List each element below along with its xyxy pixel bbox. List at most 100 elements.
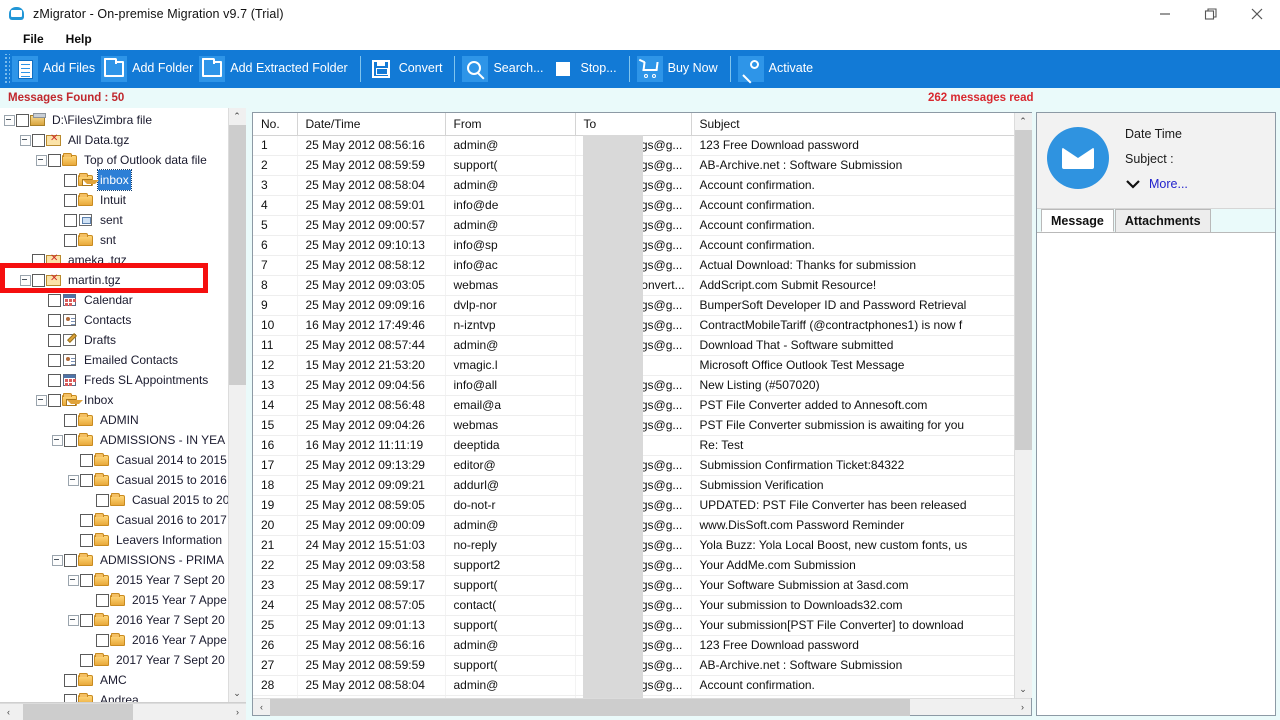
tree-node[interactable]: D:\Files\Zimbra file [0,110,228,130]
tree-node-checkbox[interactable] [32,133,45,147]
toolbar-grip[interactable] [3,54,10,84]
tree-horizontal-scrollbar[interactable]: ‹ › [0,703,246,720]
message-list-vscroll-thumb[interactable] [1014,130,1032,450]
table-row[interactable]: 28 25 May 2012 08:58:04 admin@ vmagic.blogs… [253,675,1014,696]
tree-node-checkbox[interactable] [80,533,93,547]
scroll-down-icon[interactable]: ⌄ [1014,681,1032,698]
table-row[interactable]: 17 25 May 2012 09:13:29 editor@ vmagic.blog… [253,455,1014,476]
tree-vscroll-thumb[interactable] [228,125,246,385]
tree-node[interactable]: sent [0,210,228,230]
tree-node-checkbox[interactable] [64,693,77,702]
tree-node-checkbox[interactable] [64,193,77,207]
tree-node-checkbox[interactable] [80,453,93,467]
tree-node[interactable]: martin.tgz [0,270,228,290]
table-row[interactable]: 8 25 May 2012 09:03:05 webmas PST File Conv… [253,275,1014,296]
tree-node-checkbox[interactable] [48,353,61,367]
table-row[interactable]: 16 16 May 2012 11:11:19 deeptida Jannie Re: … [253,435,1014,456]
tree-hscroll-track[interactable] [17,703,229,720]
toolbar-buy-now-button[interactable]: Buy Now [636,52,724,86]
table-row[interactable]: 14 25 May 2012 08:56:48 email@a vmagic.blog… [253,395,1014,416]
tree-vscroll-track[interactable] [228,125,246,685]
tree-node-checkbox[interactable] [64,673,77,687]
table-row[interactable]: 22 25 May 2012 09:03:58 support2 vmagic.blo… [253,555,1014,576]
tree-node[interactable]: ameka .tgz [0,250,228,270]
tree-node[interactable]: Contacts [0,310,228,330]
message-list-hscroll-thumb[interactable] [270,698,910,716]
tree-node[interactable]: Andrea [0,690,228,702]
preview-more-row[interactable]: More... [1125,177,1188,191]
collapse-expander-icon[interactable] [68,474,79,486]
tree-node-checkbox[interactable] [48,373,61,387]
tree-node[interactable]: Emailed Contacts [0,350,228,370]
tree-node[interactable]: 2015 Year 7 Sept 20 [0,570,228,590]
tree-node-checkbox[interactable] [64,173,77,187]
tree-node[interactable]: 2017 Year 7 Sept 20 [0,650,228,670]
toolbar-convert-button[interactable]: Convert [368,52,449,86]
tree-node[interactable]: Top of Outlook data file [0,150,228,170]
tree-node[interactable]: Casual 2014 to 2015 [0,450,228,470]
tree-node-checkbox[interactable] [16,113,29,127]
tree-node-checkbox[interactable] [96,493,109,507]
restore-icon[interactable] [1188,0,1234,28]
table-row[interactable]: 1 25 May 2012 08:56:16 admin@ vmagic.blogs@… [253,135,1014,156]
toolbar-activate-button[interactable]: Activate [737,52,819,86]
menu-help[interactable]: Help [55,28,103,50]
table-row[interactable]: 15 25 May 2012 09:04:26 webmas vmagic.blogs… [253,415,1014,436]
table-row[interactable]: 12 15 May 2012 21:53:20 vmagic.l Jannie Micr… [253,355,1014,376]
tab-message[interactable]: Message [1041,209,1114,232]
tree-node[interactable]: 2016 Year 7 Sept 20 [0,610,228,630]
toolbar-add-extracted-folder-button[interactable]: Add Extracted Folder [199,52,353,86]
collapse-expander-icon[interactable] [52,554,63,566]
chevron-down-icon[interactable] [1125,178,1141,191]
table-row[interactable]: 4 25 May 2012 08:59:01 info@de vmagic.blogs… [253,195,1014,216]
tree-node-checkbox[interactable] [80,513,93,527]
tree-node[interactable]: Calendar [0,290,228,310]
folder-tree-scroll-viewport[interactable]: D:\Files\Zimbra file All Data.tgz Top of O… [0,108,228,702]
toolbar-search-button[interactable]: Search... [462,52,549,86]
column-header-to[interactable]: To [575,113,692,136]
table-row[interactable]: 24 25 May 2012 08:57:05 contact(vmagic.blo… [253,595,1014,616]
tree-node[interactable]: All Data.tgz [0,130,228,150]
tree-node-checkbox[interactable] [64,413,77,427]
tree-node[interactable]: snt [0,230,228,250]
message-list-viewport[interactable]: No. Date/Time From To Subject 1 25 May 20… [253,113,1014,698]
tree-node-checkbox[interactable] [48,333,61,347]
tree-node-checkbox[interactable] [80,573,93,587]
table-row[interactable]: 27 25 May 2012 08:59:59 support(vmagic.blo… [253,655,1014,676]
tree-node[interactable]: Casual 2015 to 2016 [0,470,228,490]
tree-node[interactable]: ADMISSIONS - IN YEA [0,430,228,450]
toolbar-add-files-button[interactable]: Add Files [12,52,101,86]
collapse-expander-icon[interactable] [52,434,63,446]
collapse-expander-icon[interactable] [36,154,47,166]
scroll-down-icon[interactable]: ⌄ [228,685,246,702]
tree-node-checkbox[interactable] [64,213,77,227]
table-row[interactable]: 13 25 May 2012 09:04:56 info@all vmagic.blo… [253,375,1014,396]
tree-node-checkbox[interactable] [48,153,61,167]
collapse-expander-icon[interactable] [36,394,47,406]
close-icon[interactable] [1234,0,1280,28]
tree-node[interactable]: ADMIN [0,410,228,430]
tree-node-checkbox[interactable] [48,393,61,407]
tree-node[interactable]: Drafts [0,330,228,350]
table-row[interactable]: 6 25 May 2012 09:10:13 info@sp vmagic.blogs… [253,235,1014,256]
message-list-vscroll-track[interactable] [1014,130,1032,681]
tree-node[interactable]: 2016 Year 7 Appe [0,630,228,650]
table-row[interactable]: 5 25 May 2012 09:00:57 admin@ vmagic.blogs@… [253,215,1014,236]
preview-more-link[interactable]: More... [1149,177,1188,191]
table-row[interactable]: 9 25 May 2012 09:09:16 dvlp-nor vmagic.blog… [253,295,1014,316]
tree-node[interactable]: Casual 2016 to 2017 [0,510,228,530]
table-row[interactable]: 2 25 May 2012 08:59:59 support(vmagic.blog… [253,155,1014,176]
message-list-horizontal-scrollbar[interactable]: ‹ › [253,698,1031,716]
tree-node[interactable]: Leavers Information [0,530,228,550]
toolbar-stop-button[interactable]: Stop... [550,52,623,86]
minimize-icon[interactable] [1142,0,1188,28]
tree-node-checkbox[interactable] [48,293,61,307]
tree-node[interactable]: inbox [0,169,228,191]
collapse-expander-icon[interactable] [68,574,79,586]
table-row[interactable]: 21 24 May 2012 15:51:03 no-reply vmagic.blo… [253,535,1014,556]
tree-node-checkbox[interactable] [80,653,93,667]
tab-attachments[interactable]: Attachments [1114,209,1211,232]
tree-node-checkbox[interactable] [96,633,109,647]
tree-node-checkbox[interactable] [32,273,45,287]
toolbar-add-folder-button[interactable]: Add Folder [101,52,199,86]
